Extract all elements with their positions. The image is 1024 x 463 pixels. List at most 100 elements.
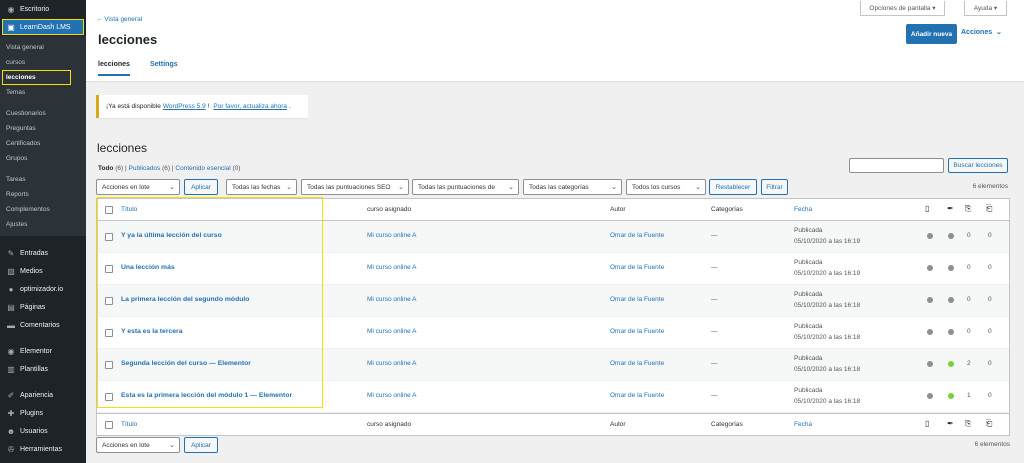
screen-options-button[interactable]: Opciones de pantalla ▾	[860, 1, 945, 16]
course-link[interactable]: Mi curso online A	[367, 360, 417, 367]
comments-icon: ▬	[7, 320, 15, 330]
pages-icon: ▤	[7, 302, 15, 312]
view-essential-link[interactable]: Contenido esencial	[175, 165, 230, 172]
plugin-logo-icon: ●	[8, 284, 14, 294]
column-title[interactable]: Título	[121, 421, 137, 428]
row-checkbox[interactable]	[105, 361, 113, 369]
sidebar-item-usuarios[interactable]: ☻ Usuarios	[0, 422, 86, 440]
submenu-cuestionarios[interactable]: Cuestionarios	[0, 106, 86, 121]
submenu-certificados[interactable]: Certificados	[0, 136, 86, 151]
filter-button[interactable]: Filtrar	[761, 179, 788, 195]
submenu-lecciones[interactable]: lecciones	[2, 70, 71, 85]
sidebar-item-herramientas[interactable]: ✇ Herramientas	[0, 440, 86, 458]
lesson-title-link[interactable]: Una lección más	[121, 264, 175, 271]
course-link[interactable]: Mi curso online A	[367, 296, 417, 303]
author-link[interactable]: Omar de la Fuente	[610, 264, 664, 271]
categories-value: —	[711, 296, 718, 303]
apply-button-bottom[interactable]: Aplicar	[184, 437, 218, 453]
sidebar-item-label: Usuarios	[20, 427, 48, 435]
submenu-tareas[interactable]: Tareas	[0, 172, 86, 187]
submenu-ajustes[interactable]: Ajustes	[0, 217, 86, 232]
author-link[interactable]: Omar de la Fuente	[610, 392, 664, 399]
row-checkbox[interactable]	[105, 233, 113, 241]
categories-value: —	[711, 392, 718, 399]
submenu-preguntas[interactable]: Preguntas	[0, 121, 86, 136]
course-link[interactable]: Mi curso online A	[367, 392, 417, 399]
table-row: Y ya la última lección del curso Mi curso…	[97, 221, 1009, 253]
lesson-title-link[interactable]: Esta es la primera lección del módulo 1 …	[121, 392, 292, 399]
row-checkbox[interactable]	[105, 393, 113, 401]
author-link[interactable]: Omar de la Fuente	[610, 296, 664, 303]
links-in-count: 0	[967, 296, 971, 303]
course-filter-label: Todos los cursos	[632, 183, 681, 191]
submenu-temas[interactable]: Temas	[0, 85, 86, 100]
back-to-overview-link[interactable]: ← Vista general	[96, 16, 142, 23]
learndash-icon: ▣	[7, 22, 15, 32]
column-title[interactable]: Título	[121, 206, 137, 213]
actions-dropdown[interactable]: Acciones ⌄	[961, 28, 1002, 36]
chevron-down-icon: ⌄	[508, 183, 514, 191]
apply-button[interactable]: Aplicar	[184, 179, 218, 195]
sidebar-item-escritorio[interactable]: ◉ Escritorio	[0, 0, 86, 18]
sidebar-item-plugins[interactable]: ✚ Plugins	[0, 404, 86, 422]
author-link[interactable]: Omar de la Fuente	[610, 360, 664, 367]
row-checkbox[interactable]	[105, 297, 113, 305]
row-checkbox[interactable]	[105, 265, 113, 273]
search-lessons-button[interactable]: Buscar lecciones	[948, 158, 1008, 173]
sidebar-item-medios[interactable]: ▧ Medios	[0, 262, 86, 280]
page-title: lecciones	[98, 32, 158, 47]
submenu-complementos[interactable]: Complementos	[0, 202, 86, 217]
sidebar-item-comentarios[interactable]: ▬ Comentarios	[0, 316, 86, 334]
tab-settings[interactable]: Settings	[150, 61, 178, 68]
category-filter-select[interactable]: Todas las categorías ⌄	[523, 179, 622, 195]
submenu-grupos[interactable]: Grupos	[0, 151, 86, 166]
column-date[interactable]: Fecha	[794, 206, 812, 213]
readability-icon: ✒	[947, 204, 954, 213]
post-status: Publicada	[794, 227, 823, 234]
sidebar-item-optimizador[interactable]: ● optimizador.io	[0, 280, 86, 298]
update-now-link[interactable]: Por favor, actualiza ahora	[213, 103, 287, 110]
course-link[interactable]: Mi curso online A	[367, 232, 417, 239]
sidebar-item-entradas[interactable]: ✎ Entradas	[0, 244, 86, 262]
wordpress-version-link[interactable]: WordPress 5.9	[163, 103, 206, 110]
sidebar-item-paginas[interactable]: ▤ Páginas	[0, 298, 86, 316]
author-link[interactable]: Omar de la Fuente	[610, 328, 664, 335]
view-published-link[interactable]: Publicados	[129, 165, 161, 172]
notice-suffix: !	[207, 103, 210, 110]
readability-filter-select[interactable]: Todas las puntuaciones de ⌄	[412, 179, 519, 195]
tab-lecciones[interactable]: lecciones	[98, 61, 130, 76]
add-new-button[interactable]: Añadir nueva	[906, 24, 957, 44]
reset-button[interactable]: Restablecer	[709, 179, 757, 195]
lesson-title-link[interactable]: Y esta es la tercera	[121, 328, 182, 335]
submenu-reports[interactable]: Reports	[0, 187, 86, 202]
select-all-checkbox[interactable]	[105, 206, 113, 214]
sidebar-item-plantillas[interactable]: ▥ Plantillas	[0, 360, 86, 378]
help-button[interactable]: Ayuda ▾	[964, 1, 1007, 16]
chevron-down-icon: ⌄	[398, 183, 404, 191]
categories-value: —	[711, 232, 718, 239]
submenu-cursos[interactable]: cursos	[0, 55, 86, 70]
select-all-checkbox[interactable]	[105, 421, 113, 429]
seo-score-filter-select[interactable]: Todas las puntuaciones SEO ⌄	[301, 179, 409, 195]
search-input[interactable]	[849, 158, 944, 173]
date-filter-select[interactable]: Todas las fechas ⌄	[226, 179, 297, 195]
course-link[interactable]: Mi curso online A	[367, 328, 417, 335]
internal-links-in-icon: ⎘	[965, 419, 972, 428]
bulk-actions-select-bottom[interactable]: Acciones en lote ⌄	[96, 437, 180, 453]
sidebar-item-apariencia[interactable]: ✐ Apariencia	[0, 386, 86, 404]
submenu-vista-general[interactable]: Vista general	[0, 40, 86, 55]
sidebar-item-learndash[interactable]: ▣ LearnDash LMS	[2, 19, 84, 35]
view-all-link[interactable]: Todo	[98, 165, 113, 172]
lesson-title-link[interactable]: Segunda lección del curso — Elementor	[121, 360, 251, 367]
sidebar-item-elementor[interactable]: ◉ Elementor	[0, 342, 86, 360]
author-link[interactable]: Omar de la Fuente	[610, 232, 664, 239]
bulk-actions-select[interactable]: Acciones en lote ⌄	[96, 179, 180, 195]
readability-dot	[948, 297, 954, 303]
course-filter-select[interactable]: Todos los cursos ⌄	[626, 179, 706, 195]
lesson-title-link[interactable]: La primera lección del segundo módulo	[121, 296, 249, 303]
column-date[interactable]: Fecha	[794, 421, 812, 428]
seo-score-dot	[927, 297, 933, 303]
lesson-title-link[interactable]: Y ya la última lección del curso	[121, 232, 222, 239]
row-checkbox[interactable]	[105, 329, 113, 337]
course-link[interactable]: Mi curso online A	[367, 264, 417, 271]
